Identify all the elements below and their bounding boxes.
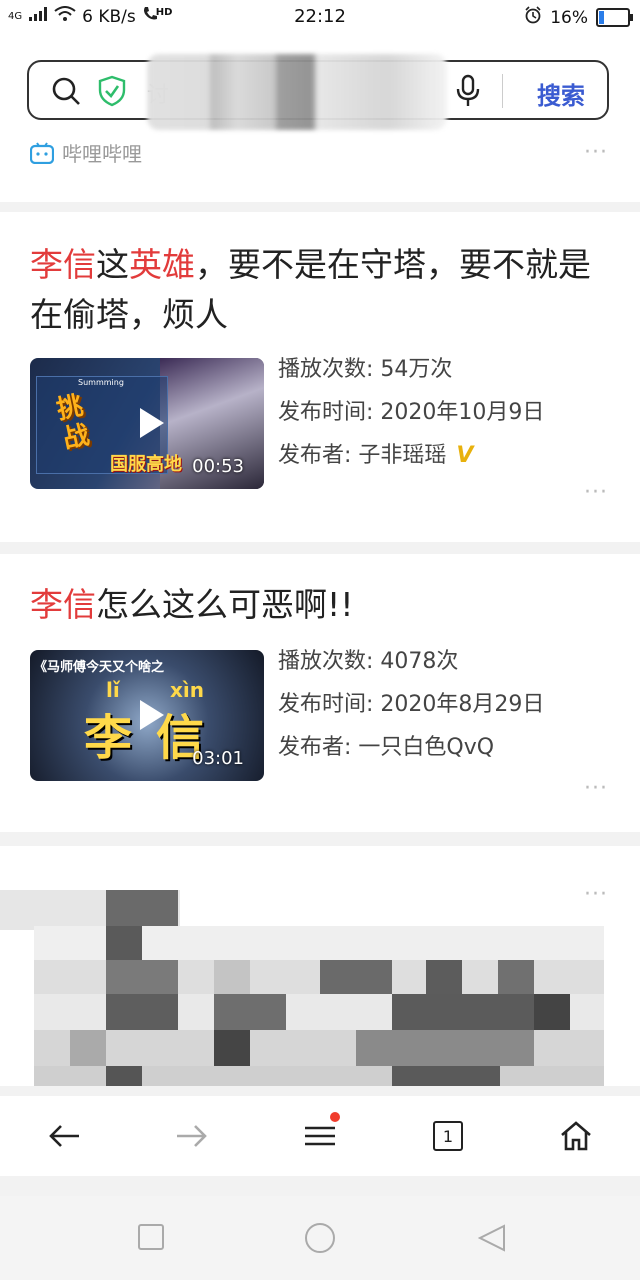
publish-date: 发布时间: 2020年8月29日 <box>278 692 545 717</box>
play-count: 播放次数: 4078次 <box>278 649 459 674</box>
source-name: 哔哩哔哩 <box>62 142 142 166</box>
video-thumbnail[interactable]: 《马师傅今天又个啥之 lǐ xìn 李 信 03:01 <box>30 650 264 781</box>
thumb-player-name: Summming <box>78 378 124 387</box>
back-triangle-icon[interactable] <box>478 1224 506 1252</box>
home-button[interactable] <box>554 1114 598 1158</box>
status-bar: 4G 6 KB/s HD 22:12 16% <box>0 0 640 34</box>
tabs-count: 1 <box>433 1121 463 1151</box>
recents-icon[interactable] <box>138 1224 164 1250</box>
publisher[interactable]: 发布者: 一只白色QvQ <box>278 726 544 769</box>
title-highlight: 李信 <box>30 245 96 284</box>
play-icon[interactable] <box>130 403 170 443</box>
result-title[interactable]: 李信这英雄，要不是在守塔，要不就是在偷塔，烦人 <box>30 240 610 340</box>
thumb-character: 李 <box>84 710 133 766</box>
security-shield-icon[interactable] <box>97 75 127 107</box>
notification-dot <box>330 1112 340 1122</box>
video-meta: 播放次数: 4078次 发布时间: 2020年8月29日 发布者: 一只白色Qv… <box>278 640 544 769</box>
search-box[interactable]: 讨 搜索 <box>27 54 609 130</box>
search-icon[interactable] <box>51 76 81 106</box>
result-title[interactable]: 李信怎么这么可恶啊!! <box>30 580 610 630</box>
microphone-icon[interactable] <box>455 74 481 108</box>
result-card[interactable]: 李信怎么这么可恶啊!! 《马师傅今天又个啥之 lǐ xìn 李 信 03:01 … <box>0 554 640 832</box>
menu-icon <box>305 1126 335 1146</box>
result-card-pixelated[interactable]: ··· <box>0 846 640 1086</box>
home-icon <box>561 1121 591 1151</box>
verified-badge: V <box>456 443 474 468</box>
video-thumbnail[interactable]: Summming 挑战 国服高地 00:53 <box>30 358 264 489</box>
more-options-icon[interactable]: ··· <box>584 480 608 505</box>
result-card-previous[interactable]: 哔哩哔哩 ··· <box>0 140 640 202</box>
bilibili-icon <box>30 141 54 164</box>
video-meta: 播放次数: 54万次 发布时间: 2020年10月9日 发布者: 子非瑶瑶 V <box>278 348 544 477</box>
battery-percent: 16% <box>550 7 588 28</box>
tabs-button[interactable]: 1 <box>426 1114 470 1158</box>
forward-button[interactable] <box>170 1114 214 1158</box>
battery-fill <box>599 11 604 24</box>
home-circle-icon[interactable] <box>304 1222 336 1254</box>
search-button[interactable]: 搜索 <box>537 76 585 111</box>
alarm-icon <box>524 6 542 29</box>
more-options-icon[interactable]: ··· <box>584 776 608 801</box>
thumb-banner-text: 国服高地 <box>110 454 182 475</box>
divider <box>502 74 503 108</box>
publisher[interactable]: 发布者: 子非瑶瑶 <box>278 443 446 468</box>
more-options-icon[interactable]: ··· <box>584 140 608 165</box>
browser-toolbar: 1 <box>0 1096 640 1176</box>
forward-arrow-icon <box>177 1125 207 1147</box>
title-text: 这 <box>96 245 129 284</box>
result-card[interactable]: 李信这英雄，要不是在守塔，要不就是在偷塔，烦人 Summming 挑战 国服高地… <box>0 212 640 542</box>
play-count: 播放次数: 54万次 <box>278 357 453 382</box>
publisher-row: 发布者: 子非瑶瑶 V <box>278 434 544 477</box>
blurred-query <box>147 54 447 130</box>
back-arrow-icon <box>49 1125 79 1147</box>
system-nav-bar <box>0 1196 640 1280</box>
publish-date: 发布时间: 2020年10月9日 <box>278 400 545 425</box>
video-duration: 03:01 <box>192 748 244 769</box>
source-label: 哔哩哔哩 <box>30 138 142 167</box>
menu-button[interactable] <box>298 1112 342 1158</box>
video-duration: 00:53 <box>192 456 244 477</box>
play-icon[interactable] <box>130 695 170 735</box>
back-button[interactable] <box>42 1114 86 1158</box>
battery-icon <box>596 8 633 27</box>
top-bar: 讨 搜索 <box>0 34 640 146</box>
title-highlight: 英雄 <box>129 245 195 284</box>
thumb-top-text: 《马师傅今天又个啥之 <box>34 660 165 675</box>
more-options-icon[interactable]: ··· <box>584 882 608 907</box>
title-text: 怎么这么可恶啊!! <box>96 585 354 624</box>
title-highlight: 李信 <box>30 585 96 624</box>
